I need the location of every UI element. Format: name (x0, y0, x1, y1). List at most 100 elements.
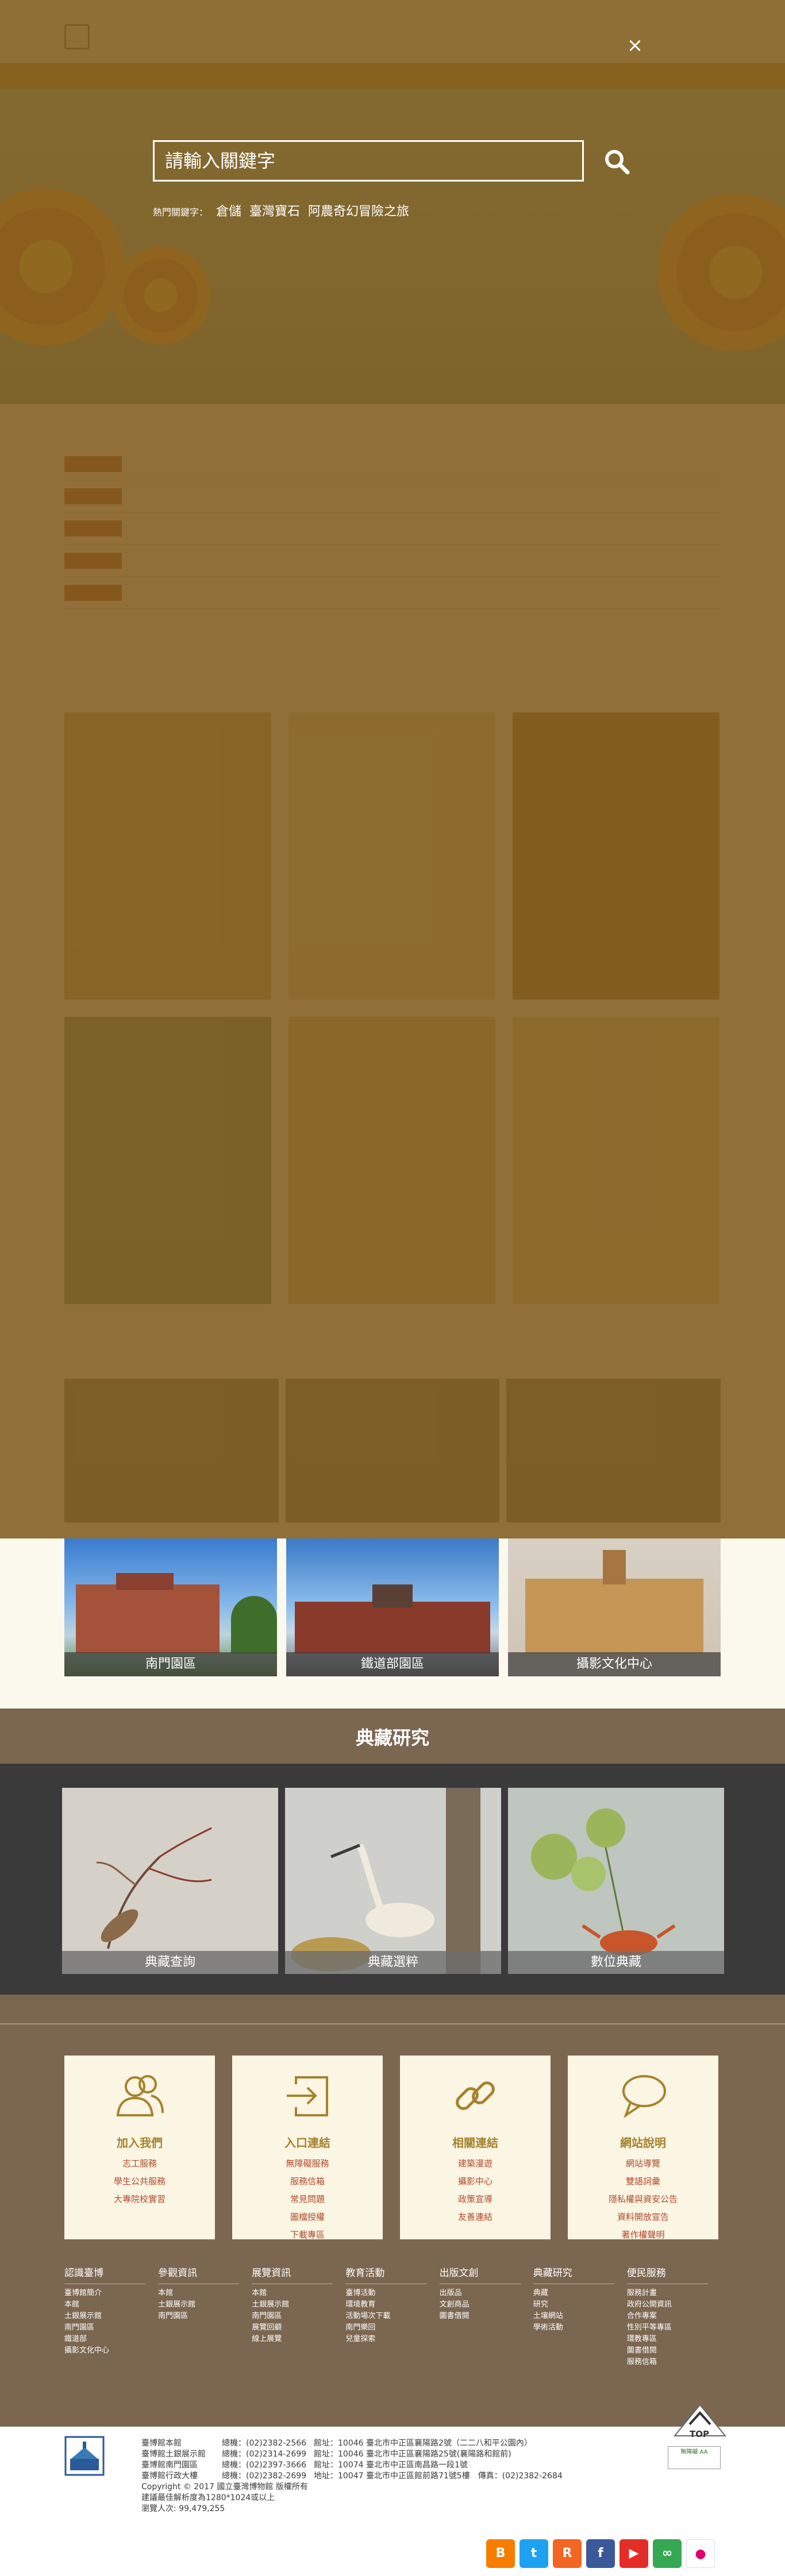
sitemap-link[interactable]: 出版品 (440, 2288, 533, 2299)
info-link[interactable]: 雙語詞彙 (568, 2173, 718, 2191)
info-link[interactable]: 學生公共服務 (64, 2173, 215, 2191)
venue-label: 南門園區 (64, 1652, 277, 1676)
sitemap-column: 典藏研究 典藏 研究 土壤網站 學術活動 (533, 2265, 627, 2368)
info-link[interactable]: 著作權聲明 (568, 2226, 718, 2244)
info-link[interactable]: 網站導覽 (568, 2155, 718, 2173)
sitemap-heading[interactable]: 便民服務 (626, 2265, 708, 2284)
blogger-icon[interactable]: B (486, 2539, 515, 2568)
venue-address: 館址：10046 臺北市中正區襄陽路25號(襄陽路和館前) (314, 2450, 511, 2459)
sitemap-link[interactable]: 臺博館簡介 (64, 2288, 158, 2299)
sitemap-link[interactable]: 土銀展示館 (252, 2299, 345, 2311)
venue-building (603, 1550, 626, 1584)
sitemap-link[interactable]: 本館 (252, 2288, 345, 2299)
info-link[interactable]: 無障礙服務 (232, 2155, 383, 2173)
info-link[interactable]: 建築漫遊 (400, 2155, 551, 2173)
info-link[interactable]: 友善連結 (400, 2208, 551, 2226)
sitemap-link[interactable]: 學術活動 (533, 2322, 627, 2334)
sitemap-link[interactable]: 本館 (64, 2299, 158, 2311)
address-row: 臺博館行政大樓 總機：(02)2382-2699 地址：10047 臺北市中正區… (141, 2471, 563, 2482)
sitemap-link[interactable]: 環教專區 (627, 2334, 721, 2345)
browser-note: 建議最佳解析度為1280*1024或以上 (141, 2493, 275, 2502)
section-title: 典藏研究 (355, 1727, 429, 1749)
sitemap-link[interactable]: 研究 (533, 2299, 627, 2311)
chat-icon (622, 2075, 666, 2119)
sitemap-link[interactable]: 圖書借閱 (440, 2311, 533, 2322)
sitemap-link[interactable]: 土壤網站 (533, 2311, 627, 2322)
sitemap-link[interactable]: 鐵道部 (64, 2334, 158, 2345)
info-box-links: 相關連結 建築漫遊 攝影中心 政策宣導 友善連結 (400, 2056, 551, 2239)
sitemap-link[interactable]: 文創商品 (440, 2299, 533, 2311)
info-link[interactable]: 下載專區 (232, 2226, 383, 2244)
info-link[interactable]: 志工服務 (64, 2155, 215, 2173)
sitemap-link[interactable]: 環境教育 (345, 2299, 439, 2311)
sitemap-link[interactable]: 攝影文化中心 (64, 2345, 158, 2357)
sitemap-link[interactable]: 土銀展示館 (64, 2311, 158, 2322)
sitemap-link[interactable]: 臺博活動 (345, 2288, 439, 2299)
sitemap-link[interactable]: 兒童探索 (345, 2334, 439, 2345)
sitemap-heading[interactable]: 參觀資訊 (158, 2265, 240, 2284)
sitemap-link[interactable]: 線上展覽 (252, 2334, 345, 2345)
sitemap-link[interactable]: 本館 (158, 2288, 252, 2299)
twitter-icon[interactable]: t (520, 2539, 548, 2568)
venue-label: 鐵道部園區 (286, 1652, 499, 1676)
info-link[interactable]: 資料開放宣告 (568, 2208, 718, 2226)
info-link[interactable]: 隱私權與資安公告 (568, 2191, 718, 2208)
youtube-icon[interactable]: ▶ (619, 2539, 648, 2568)
info-box-entry: 入口連結 無障礙服務 服務信箱 常見問題 圖檔授權 下載專區 (232, 2056, 383, 2240)
flickr-icon[interactable]: ● (686, 2539, 715, 2568)
info-link[interactable]: 服務信箱 (232, 2173, 383, 2191)
sitemap-link[interactable]: 服務信箱 (627, 2357, 721, 2368)
info-link[interactable]: 政策宣導 (400, 2191, 551, 2208)
sitemap-link[interactable]: 合作專案 (627, 2311, 721, 2322)
info-link[interactable]: 圖檔授權 (232, 2208, 383, 2226)
sitemap-link[interactable]: 典藏 (533, 2288, 627, 2299)
collection-tile-search[interactable]: 典藏查詢 (62, 1788, 278, 1974)
sitemap-link[interactable]: 南門樂回 (345, 2322, 439, 2334)
venue-tile-nanmen[interactable]: 南門園區 (64, 1538, 277, 1676)
venue-tile-photo-center[interactable]: 攝影文化中心 (508, 1538, 721, 1676)
info-box-join: 加入我們 志工服務 學生公共服務 大專院校實習 (64, 2056, 215, 2239)
hot-keyword[interactable]: 阿農奇幻冒險之旅 (308, 201, 409, 219)
venue-address: 館址：10046 臺北市中正區襄陽路2號（二二八和平公園內） (314, 2439, 532, 2448)
sitemap-link[interactable]: 政府公開資訊 (627, 2299, 721, 2311)
hot-keyword[interactable]: 臺灣寶石 (249, 201, 300, 219)
search-input[interactable] (153, 140, 584, 182)
venue-tile-railway[interactable]: 鐵道部園區 (286, 1538, 499, 1676)
footer-divider (0, 2023, 785, 2024)
address-row: 臺博館本館 總機：(02)2382-2566 館址：10046 臺北市中正區襄陽… (141, 2438, 563, 2449)
rss-icon[interactable]: R (553, 2539, 582, 2568)
sitemap-link[interactable]: 南門園區 (158, 2311, 252, 2322)
info-link[interactable]: 大專院校實習 (64, 2191, 215, 2208)
sitemap-heading[interactable]: 展覽資訊 (252, 2265, 333, 2284)
sitemap-link[interactable]: 南門園區 (64, 2322, 158, 2334)
sitemap-link[interactable]: 展覽回顧 (252, 2322, 345, 2334)
sitemap-heading[interactable]: 認識臺博 (64, 2265, 146, 2284)
sitemap-heading[interactable]: 教育活動 (345, 2265, 427, 2284)
sitemap-heading[interactable]: 出版文創 (439, 2265, 521, 2284)
sitemap-link[interactable]: 服務計畫 (627, 2288, 721, 2299)
info-link[interactable]: 攝影中心 (400, 2173, 551, 2191)
collection-tile-digital[interactable]: 數位典藏 (508, 1788, 724, 1974)
collection-label: 數位典藏 (508, 1951, 724, 1974)
search-button[interactable] (602, 147, 631, 176)
venue-name: 臺博館本館 (141, 2439, 182, 2448)
museum-logo[interactable] (64, 2436, 105, 2476)
back-to-top-label[interactable]: TOP (690, 2429, 709, 2439)
sitemap-link[interactable]: 土銀展示館 (158, 2299, 252, 2311)
sitemap-heading[interactable]: 典藏研究 (533, 2265, 614, 2284)
info-link[interactable]: 常見問題 (232, 2191, 383, 2208)
sitemap-link[interactable]: 性別平等專區 (627, 2322, 721, 2334)
sitemap-column: 教育活動 臺博活動 環境教育 活動場次下載 南門樂回 兒童探索 (345, 2265, 439, 2368)
close-search-button[interactable]: × (626, 36, 644, 55)
hot-keyword[interactable]: 倉儲 (216, 201, 241, 219)
sitemap-link[interactable]: 南門園區 (252, 2311, 345, 2322)
collection-tile-highlights[interactable]: 典藏選粹 (285, 1788, 501, 1974)
sitemap-link[interactable]: 活動場次下載 (345, 2311, 439, 2322)
accessibility-badge[interactable]: 無障礙 AA (668, 2446, 721, 2469)
facebook-icon[interactable]: f (586, 2539, 615, 2568)
info-box-about: 網站說明 網站導覽 雙語詞彙 隱私權與資安公告 資料開放宣告 著作權聲明 (568, 2056, 718, 2240)
tripadvisor-icon[interactable]: ∞ (653, 2539, 682, 2568)
sitemap-link[interactable]: 圖書借閱 (627, 2345, 721, 2357)
visit-counter: 瀏覽人次: 99,479,255 (141, 2504, 225, 2513)
seaweed-illustration (96, 1827, 212, 1949)
